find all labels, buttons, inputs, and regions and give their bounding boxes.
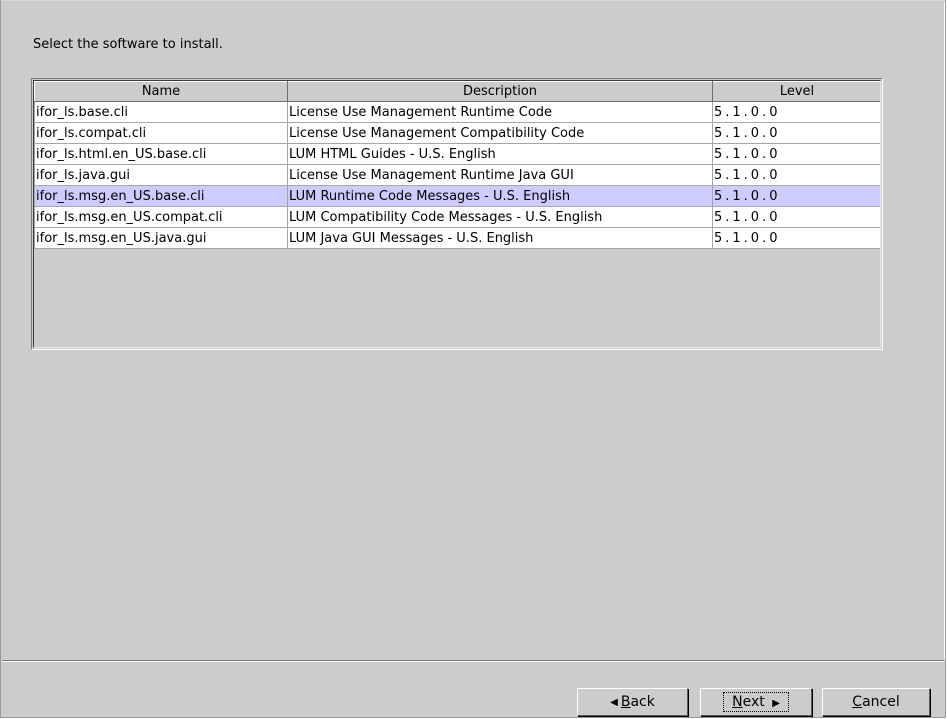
software-table-viewport[interactable]: Name Description Level ifor_ls.base.cli … bbox=[33, 80, 881, 348]
next-button[interactable]: Next ▶ bbox=[700, 688, 812, 716]
cell-level: 5.1.0.0 bbox=[712, 185, 880, 207]
cell-level: 5.1.0.0 bbox=[712, 206, 880, 228]
back-label: ack bbox=[630, 694, 655, 710]
cancel-label: ancel bbox=[862, 694, 900, 710]
column-header-level[interactable]: Level bbox=[712, 81, 880, 102]
cell-description: License Use Management Compatibility Cod… bbox=[287, 122, 713, 144]
table-row[interactable]: ifor_ls.msg.en_US.java.gui LUM Java GUI … bbox=[34, 227, 880, 249]
table-row[interactable]: ifor_ls.compat.cli License Use Managemen… bbox=[34, 122, 880, 144]
cell-name: ifor_ls.msg.en_US.compat.cli bbox=[34, 206, 288, 228]
triangle-left-icon: ◀ bbox=[610, 696, 618, 708]
cell-level: 5.1.0.0 bbox=[712, 143, 880, 165]
install-wizard-dialog: Select the software to install. Name Des… bbox=[0, 0, 946, 718]
table-header-row: Name Description Level bbox=[34, 81, 880, 102]
cancel-button[interactable]: Cancel bbox=[822, 688, 930, 716]
cancel-mnemonic: C bbox=[852, 694, 863, 710]
cell-description: LUM Java GUI Messages - U.S. English bbox=[287, 227, 713, 249]
wizard-button-bar: ◀ Back Next ▶ Cancel bbox=[2, 660, 944, 716]
back-mnemonic: B bbox=[620, 694, 631, 710]
cell-level: 5.1.0.0 bbox=[712, 164, 880, 186]
column-header-name[interactable]: Name bbox=[34, 81, 288, 102]
triangle-right-icon: ▶ bbox=[772, 698, 780, 709]
table-row[interactable]: ifor_ls.msg.en_US.compat.cli LUM Compati… bbox=[34, 206, 880, 228]
back-button[interactable]: ◀ Back bbox=[577, 688, 688, 716]
software-selection-panel: Select the software to install. Name Des… bbox=[2, 2, 945, 659]
cell-level: 5.1.0.0 bbox=[712, 122, 880, 144]
next-mnemonic: N bbox=[732, 694, 743, 710]
table-row[interactable]: ifor_ls.base.cli License Use Management … bbox=[34, 101, 880, 123]
cell-description: License Use Management Runtime Code bbox=[287, 101, 713, 123]
cell-name: ifor_ls.html.en_US.base.cli bbox=[34, 143, 288, 165]
focus-ring: Next ▶ bbox=[723, 692, 789, 712]
table-row-selected[interactable]: ifor_ls.msg.en_US.base.cli LUM Runtime C… bbox=[34, 185, 880, 207]
cell-name: ifor_ls.compat.cli bbox=[34, 122, 288, 144]
next-label: ext bbox=[742, 694, 765, 710]
software-table: Name Description Level ifor_ls.base.cli … bbox=[34, 81, 880, 249]
cell-name: ifor_ls.msg.en_US.java.gui bbox=[34, 227, 288, 249]
cell-description: LUM HTML Guides - U.S. English bbox=[287, 143, 713, 165]
table-row[interactable]: ifor_ls.html.en_US.base.cli LUM HTML Gui… bbox=[34, 143, 880, 165]
software-table-frame: Name Description Level ifor_ls.base.cli … bbox=[31, 78, 883, 350]
cell-level: 5.1.0.0 bbox=[712, 101, 880, 123]
cell-level: 5.1.0.0 bbox=[712, 227, 880, 249]
column-header-description[interactable]: Description bbox=[287, 81, 713, 102]
cell-name: ifor_ls.java.gui bbox=[34, 164, 288, 186]
cell-description: License Use Management Runtime Java GUI bbox=[287, 164, 713, 186]
cell-name: ifor_ls.base.cli bbox=[34, 101, 288, 123]
cell-description: LUM Runtime Code Messages - U.S. English bbox=[287, 185, 713, 207]
cell-name: ifor_ls.msg.en_US.base.cli bbox=[34, 185, 288, 207]
cell-description: LUM Compatibility Code Messages - U.S. E… bbox=[287, 206, 713, 228]
instruction-text: Select the software to install. bbox=[33, 37, 223, 52]
table-row[interactable]: ifor_ls.java.gui License Use Management … bbox=[34, 164, 880, 186]
